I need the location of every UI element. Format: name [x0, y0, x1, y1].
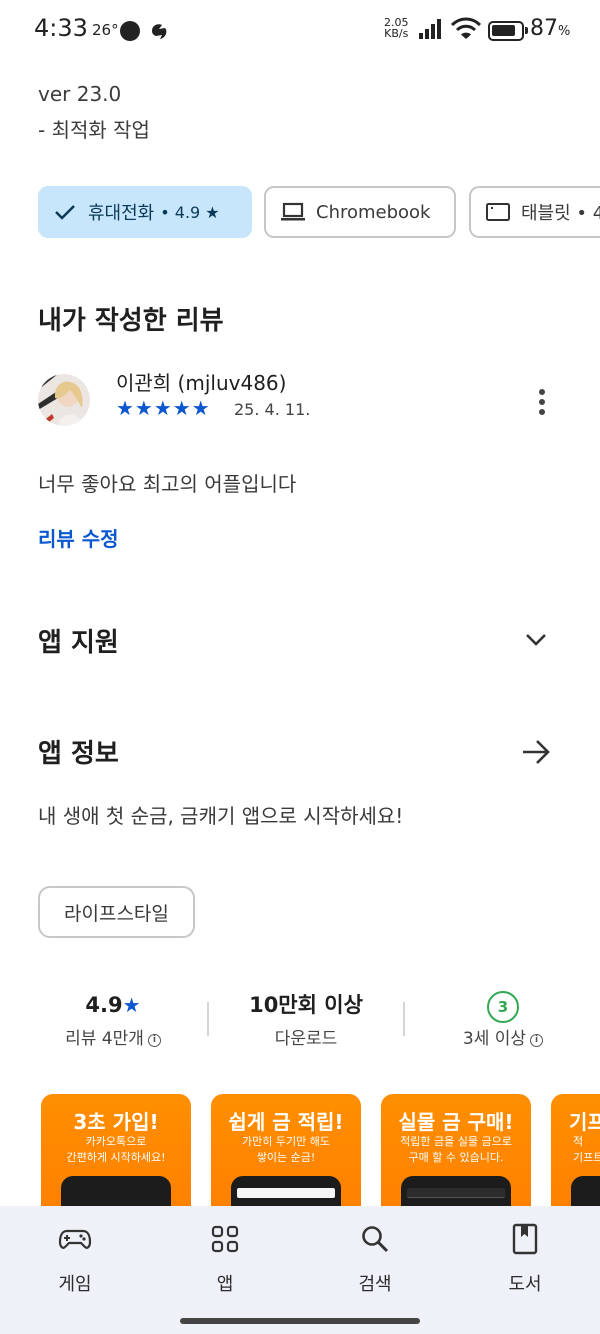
caption-line: 기프트: [573, 1151, 600, 1164]
stat-age[interactable]: 3 3세 이상 i: [418, 990, 588, 1049]
review-text: 너무 좋아요 최고의 어플입니다: [38, 472, 297, 496]
screenshot-title: 쉽게 금 적립!: [228, 1110, 344, 1134]
rating-value-row: 4.9★: [28, 990, 198, 1020]
status-time: 4:33: [34, 14, 88, 42]
review-stars: ★★★★★: [116, 396, 211, 420]
wifi-icon: [451, 17, 481, 39]
screenshot-title: 기프: [569, 1110, 600, 1134]
nav-games[interactable]: 게임: [25, 1222, 125, 1296]
check-icon: [55, 205, 75, 220]
stat-divider: [207, 1002, 209, 1036]
phone-mockup-bar: [407, 1188, 505, 1198]
network-speed: 2.05 KB/s: [384, 17, 409, 39]
avatar-image: [38, 374, 90, 426]
search-icon: [362, 1226, 389, 1253]
bottom-nav: 게임 앱 검색 도서: [0, 1206, 600, 1334]
status-bar: 4:33 26° 2.05 KB/s 87%: [0, 0, 600, 60]
app-notification-icon: [152, 24, 167, 39]
arrow-right-icon[interactable]: [518, 734, 554, 770]
app-info-heading[interactable]: 앱 정보: [38, 733, 119, 770]
chip-phone-rating: • 4.9 ★: [160, 202, 220, 222]
caption-line: 적립한 금을 실물 금으로: [400, 1135, 512, 1148]
battery-icon: [488, 21, 528, 41]
caption-line: 쌓이는 순금!: [256, 1151, 316, 1164]
chip-chromebook-label: Chromebook: [316, 201, 431, 223]
screenshot-caption: 가만히 두기만 해도쌓이는 순금!: [211, 1134, 361, 1166]
version-text: ver 23.0: [38, 82, 122, 106]
home-indicator[interactable]: [180, 1318, 420, 1324]
chevron-down-icon[interactable]: [520, 624, 552, 656]
screenshot-caption: 카카오톡으로간편하게 시작하세요!: [41, 1134, 191, 1166]
reviewer-name: 이관희 (mjluv486): [116, 371, 287, 395]
caption-line: 간편하게 시작하세요!: [66, 1151, 166, 1164]
more-options-icon[interactable]: [524, 384, 560, 420]
battery-percent-symbol: %: [558, 24, 571, 39]
stat-rating[interactable]: 4.9★ 리뷰 4만개 i: [28, 990, 198, 1049]
caption-line: 적: [573, 1135, 584, 1148]
caption-line: 카카오톡으로: [85, 1135, 147, 1148]
age-label: 3세 이상: [462, 1029, 527, 1049]
nav-books-label: 도서: [508, 1274, 542, 1295]
gamepad-icon: [58, 1229, 92, 1249]
chip-chromebook[interactable]: Chromebook: [264, 186, 456, 238]
age-label-row: 3세 이상 i: [418, 1024, 588, 1049]
edit-review-link[interactable]: 리뷰 수정: [38, 523, 119, 552]
rating-label: 리뷰 4만개: [65, 1029, 144, 1049]
age-badge-row: 3: [418, 990, 588, 1023]
update-note: - 최적화 작업: [38, 118, 150, 142]
battery-percent: 87%: [530, 16, 570, 41]
nav-search-label: 검색: [358, 1274, 392, 1295]
laptop-icon: [281, 202, 305, 221]
rating-label-row: 리뷰 4만개 i: [28, 1024, 198, 1049]
network-speed-unit: KB/s: [384, 27, 409, 40]
app-description: 내 생애 첫 순금, 금캐기 앱으로 시작하세요!: [38, 804, 404, 828]
star-icon: ★: [122, 993, 141, 1017]
info-icon: i: [147, 1034, 161, 1047]
nav-games-label: 게임: [58, 1274, 92, 1295]
downloads-label: 다운로드: [274, 1029, 338, 1049]
chip-phone-label: 휴대전화: [88, 203, 155, 224]
battery-level-fill: [492, 25, 515, 36]
status-temperature: 26°: [92, 21, 119, 39]
nav-apps-label: 앱: [216, 1274, 234, 1295]
avatar: [38, 374, 90, 426]
app-support-heading[interactable]: 앱 지원: [38, 622, 119, 659]
apps-grid-icon: [211, 1225, 239, 1253]
nav-books[interactable]: 도서: [475, 1222, 575, 1296]
screenshot-title: 실물 금 구매!: [398, 1110, 514, 1134]
rating-value: 4.9: [85, 993, 123, 1017]
my-review-heading: 내가 작성한 리뷰: [38, 306, 224, 336]
caption-line: 구매 할 수 있습니다.: [408, 1151, 504, 1164]
tablet-icon: [486, 203, 510, 221]
battery-percent-value: 87: [530, 16, 558, 41]
stat-downloads: 10만회 이상 다운로드: [221, 990, 391, 1049]
screenshot-title: 3초 가입!: [73, 1110, 159, 1134]
device-chips: 휴대전화 • 4.9 ★ Chromebook 태블릿 • 4: [38, 186, 600, 238]
downloads-value: 10만회 이상: [249, 993, 363, 1017]
category-tag[interactable]: 라이프스타일: [38, 886, 195, 938]
info-icon: i: [530, 1034, 544, 1047]
stat-divider: [403, 1002, 405, 1036]
chip-tablet[interactable]: 태블릿 • 4: [469, 186, 600, 238]
chip-phone[interactable]: 휴대전화 • 4.9 ★: [38, 186, 252, 238]
nav-search[interactable]: 검색: [325, 1222, 425, 1296]
notification-dot-icon: [120, 21, 140, 41]
age-rating-badge: 3: [487, 991, 519, 1023]
book-icon: [512, 1223, 538, 1255]
screenshot-caption: 적립한 금을 실물 금으로구매 할 수 있습니다.: [381, 1134, 531, 1166]
nav-apps[interactable]: 앱: [175, 1222, 275, 1296]
chip-tablet-label: 태블릿 • 4: [521, 203, 600, 224]
phone-mockup-bar: [237, 1188, 335, 1198]
review-date: 25. 4. 11.: [234, 400, 311, 419]
screenshot-caption: 적기프트: [551, 1134, 600, 1166]
caption-line: 가만히 두기만 해도: [242, 1135, 330, 1148]
signal-icon: [419, 19, 441, 39]
